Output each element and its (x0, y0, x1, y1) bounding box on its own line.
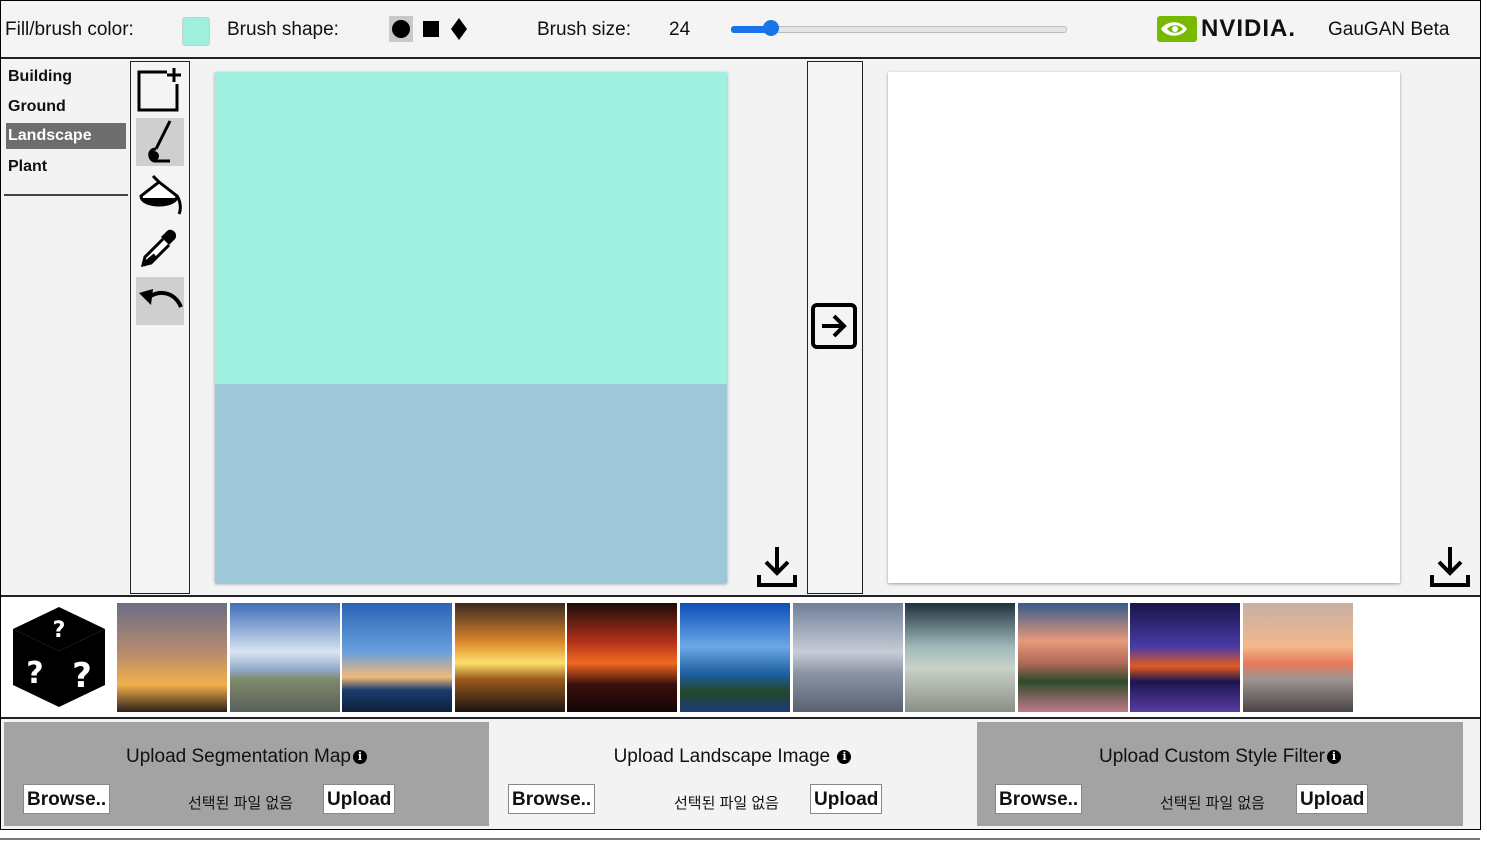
segmentation-canvas[interactable] (215, 72, 727, 583)
style-thumbnail[interactable] (1130, 603, 1240, 712)
upload-style-filter-title: Upload Custom Style Filter i (977, 746, 1463, 768)
upload-button[interactable]: Upload (1296, 784, 1369, 814)
info-icon[interactable]: i (1326, 749, 1341, 764)
tool-column (130, 61, 190, 594)
upload-landscape-panel: Upload Landscape Image i Browse.. 선택된 파일… (489, 722, 976, 826)
fill-color-swatch[interactable] (182, 17, 210, 46)
label-item-plant[interactable]: Plant (6, 154, 126, 180)
style-thumbnail[interactable] (905, 603, 1015, 712)
app-title: GauGAN Beta (1328, 19, 1450, 40)
canvas-sky-region[interactable] (215, 72, 727, 384)
label-item-ground[interactable]: Ground (6, 94, 126, 120)
style-thumbnail[interactable] (1243, 603, 1353, 712)
upload-landscape-title: Upload Landscape Image i (489, 746, 976, 768)
no-file-text: 선택된 파일 없음 (188, 795, 293, 812)
upload-segmentation-panel: Upload Segmentation Map i Browse.. 선택된 파일… (4, 722, 489, 826)
style-thumbnail[interactable] (567, 603, 677, 712)
no-file-text: 선택된 파일 없음 (674, 795, 779, 812)
label-item-building[interactable]: Building (6, 64, 126, 90)
top-toolbar: Fill/brush color: Brush shape: Brush siz… (1, 1, 1480, 59)
style-thumbnail[interactable] (230, 603, 340, 712)
nvidia-logo: NVIDIA. (1157, 14, 1296, 44)
svg-text:?: ? (53, 618, 66, 643)
label-list: Building Ground Landscape Plant (4, 61, 128, 196)
brand-name: NVIDIA. (1201, 15, 1297, 42)
style-thumbnail-strip: ? ? ? (1, 595, 1480, 719)
download-segmentation-icon[interactable] (756, 545, 798, 587)
browse-button[interactable]: Browse.. (508, 784, 596, 814)
upload-button[interactable]: Upload (323, 784, 396, 814)
browse-button[interactable]: Browse.. (995, 784, 1083, 814)
render-arrow-icon[interactable] (810, 302, 858, 350)
svg-text:?: ? (72, 656, 92, 696)
new-canvas-icon[interactable] (136, 65, 184, 113)
bottom-divider (0, 838, 1480, 840)
brush-size-value: 24 (669, 19, 691, 40)
style-thumbnail[interactable] (793, 603, 903, 712)
fill-bucket-icon[interactable] (136, 171, 184, 219)
info-icon[interactable]: i (837, 749, 852, 764)
random-style-dice-icon[interactable]: ? ? ? (9, 603, 109, 711)
fill-color-label: Fill/brush color: (5, 19, 134, 40)
browse-button[interactable]: Browse.. (23, 784, 111, 814)
style-thumbnail[interactable] (117, 603, 227, 712)
brush-size-slider-thumb[interactable] (763, 20, 779, 36)
style-thumbnail[interactable] (680, 603, 790, 712)
undo-icon[interactable] (136, 277, 184, 325)
upload-segmentation-title: Upload Segmentation Map i (4, 746, 489, 768)
circle-brush-icon[interactable] (389, 16, 413, 42)
brush-size-slider-track[interactable] (731, 26, 1067, 33)
style-thumbnail[interactable] (342, 603, 452, 712)
download-output-icon[interactable] (1429, 545, 1471, 587)
canvas-water-region[interactable] (215, 384, 727, 583)
brush-size-label: Brush size: (537, 19, 631, 40)
upload-button[interactable]: Upload (810, 784, 883, 814)
svg-text:?: ? (26, 656, 43, 691)
diamond-brush-icon[interactable] (447, 16, 471, 42)
output-image (888, 72, 1400, 583)
eyedropper-icon[interactable] (136, 224, 184, 272)
square-brush-icon[interactable] (419, 16, 443, 42)
render-column (807, 61, 863, 594)
brush-icon[interactable] (136, 118, 184, 166)
label-item-landscape[interactable]: Landscape (6, 123, 126, 149)
style-thumbnail[interactable] (1018, 603, 1128, 712)
nvidia-eye-icon (1157, 16, 1197, 42)
info-icon[interactable]: i (352, 749, 367, 764)
upload-style-filter-panel: Upload Custom Style Filter i Browse.. 선택된… (977, 722, 1463, 826)
no-file-text: 선택된 파일 없음 (1160, 795, 1265, 812)
brush-shape-label: Brush shape: (227, 19, 339, 40)
app-frame: Fill/brush color: Brush shape: Brush siz… (0, 0, 1481, 830)
style-thumbnail[interactable] (455, 603, 565, 712)
